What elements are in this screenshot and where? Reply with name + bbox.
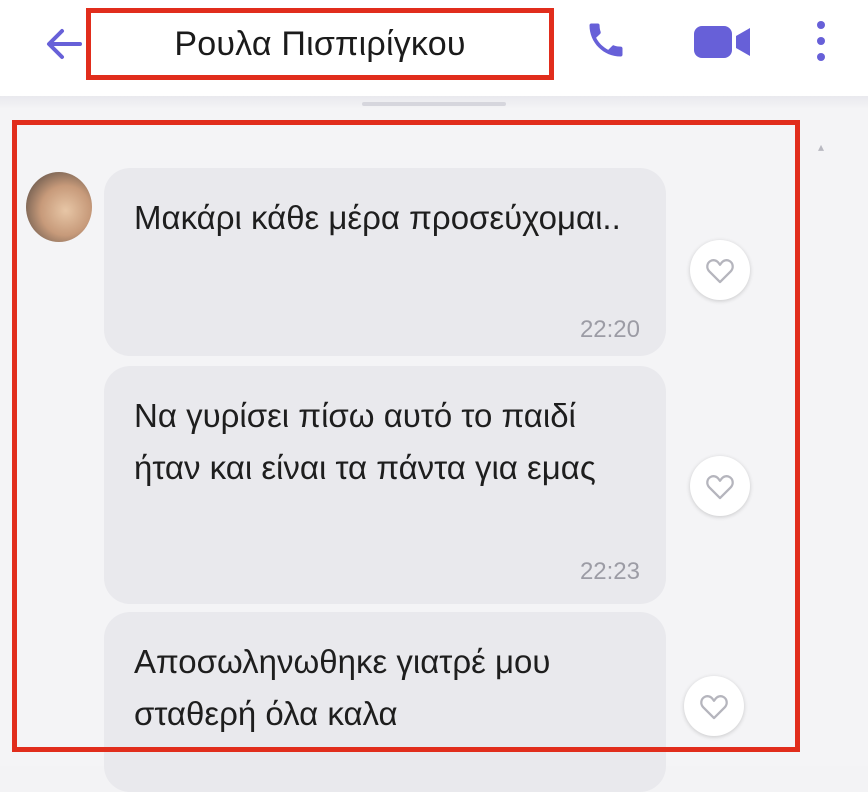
message-text: Να γυρίσει πίσω αυτό το παιδί ήταν και ε… bbox=[134, 397, 596, 486]
video-camera-icon[interactable] bbox=[690, 20, 756, 64]
heart-icon bbox=[700, 695, 728, 720]
chat-header: Ρουλα Πισπιρίγκου bbox=[0, 0, 868, 96]
heart-icon bbox=[706, 259, 734, 284]
more-vertical-icon[interactable] bbox=[804, 14, 838, 68]
like-button[interactable] bbox=[690, 456, 750, 516]
message-time: 22:23 bbox=[579, 558, 640, 585]
arrow-left-icon[interactable] bbox=[40, 20, 88, 68]
like-button[interactable] bbox=[684, 676, 744, 736]
message-bubble[interactable]: Να γυρίσει πίσω αυτό το παιδί ήταν και ε… bbox=[104, 366, 666, 604]
avatar[interactable] bbox=[26, 172, 92, 242]
drag-handle bbox=[362, 102, 506, 106]
phone-icon[interactable] bbox=[584, 18, 628, 62]
contact-name[interactable]: Ρουλα Πισπιρίγκου bbox=[91, 13, 549, 75]
message-bubble[interactable]: Αποσωληνωθηκε γιατρέ μου σταθερή όλα καλ… bbox=[104, 612, 666, 792]
message-bubble[interactable]: Μακάρι κάθε μέρα προσεύχομαι.. 22:20 bbox=[104, 168, 666, 356]
message-text: Μακάρι κάθε μέρα προσεύχομαι.. bbox=[134, 199, 621, 236]
contact-name-highlight: Ρουλα Πισπιρίγκου bbox=[86, 8, 554, 80]
message-time: 22:20 bbox=[579, 316, 640, 343]
heart-icon bbox=[706, 475, 734, 500]
like-button[interactable] bbox=[690, 240, 750, 300]
message-text: Αποσωληνωθηκε γιατρέ μου σταθερή όλα καλ… bbox=[134, 643, 551, 732]
header-divider bbox=[0, 96, 868, 108]
scroll-indicator[interactable]: ▴ bbox=[818, 140, 832, 154]
